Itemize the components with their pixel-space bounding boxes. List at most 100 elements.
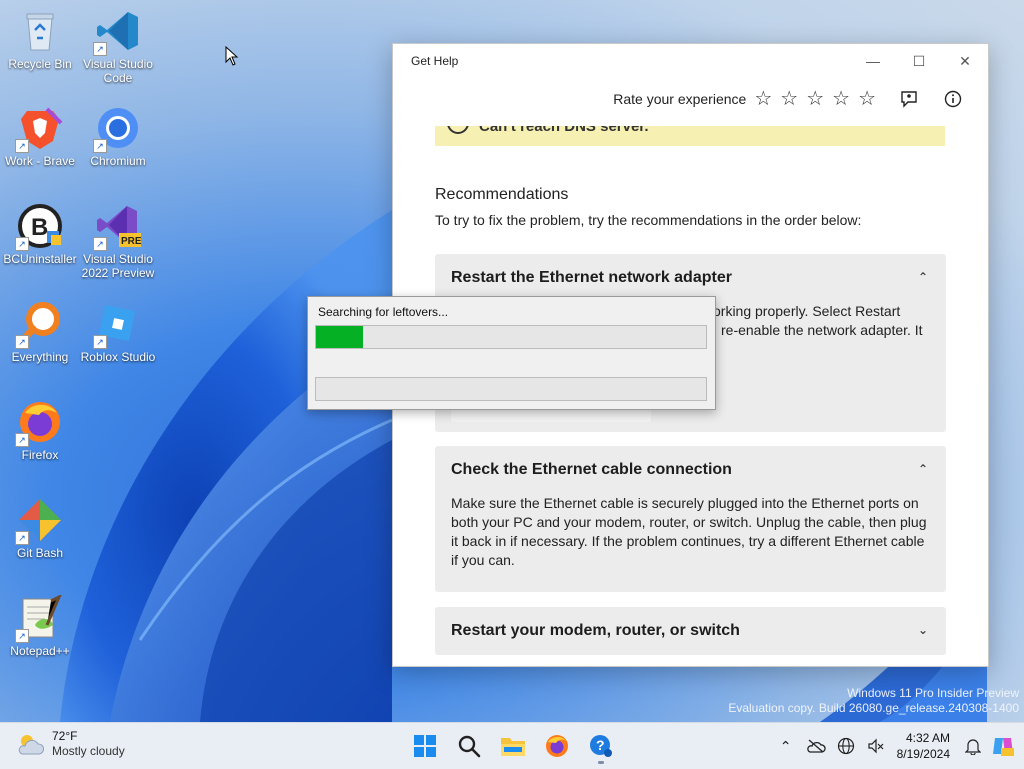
bcuninstaller-icon: B ↗ bbox=[15, 203, 63, 251]
star-1-icon[interactable]: ☆ bbox=[754, 89, 772, 109]
firefox-icon bbox=[546, 735, 568, 757]
file-explorer-icon bbox=[501, 738, 525, 756]
active-indicator bbox=[598, 761, 604, 764]
copilot-preview-icon[interactable] bbox=[988, 731, 1018, 761]
primary-progress-bar bbox=[315, 325, 707, 349]
taskbar-firefox[interactable] bbox=[539, 728, 575, 764]
weather-widget[interactable]: 72°F Mostly cloudy bbox=[16, 729, 125, 759]
chevron-up-icon[interactable]: ⌃ bbox=[918, 270, 928, 284]
desktop-icon-label: Work - Brave bbox=[5, 154, 75, 168]
watermark-line2: Evaluation copy. Build 26080.ge_release.… bbox=[728, 701, 1019, 715]
star-2-icon[interactable]: ☆ bbox=[780, 89, 798, 109]
svg-text:B: B bbox=[31, 214, 48, 241]
taskbar: 72°F Mostly cloudy ? ⌃ 4:32 AM 8/19/2024 bbox=[0, 722, 1024, 769]
desktop-icon-label: Recycle Bin bbox=[8, 57, 72, 71]
desktop-icon-everything[interactable]: ↗ Everything bbox=[0, 301, 80, 364]
desktop-icon-label: Visual Studio 2022 Preview bbox=[81, 252, 155, 280]
volume-muted-icon[interactable] bbox=[861, 731, 891, 761]
chromium-icon: ↗ bbox=[93, 105, 141, 153]
svg-text:?: ? bbox=[596, 737, 605, 753]
taskbar-clock[interactable]: 4:32 AM 8/19/2024 bbox=[897, 730, 950, 762]
taskbar-apps: ? bbox=[407, 728, 619, 764]
primary-progress-fill bbox=[316, 326, 363, 348]
card-title: Check the Ethernet cable connection bbox=[451, 461, 732, 478]
desktop-icon-chromium[interactable]: ↗ Chromium bbox=[78, 105, 158, 168]
desktop-icon-firefox[interactable]: ↗ Firefox bbox=[0, 399, 80, 462]
watermark-line1: Windows 11 Pro Insider Preview bbox=[847, 686, 1019, 700]
start-icon bbox=[414, 735, 436, 757]
visual-studio-preview-icon: PRE ↗ bbox=[93, 203, 142, 251]
progress-dialog: Searching for leftovers... bbox=[307, 296, 716, 410]
notification-bell-icon[interactable] bbox=[958, 731, 988, 761]
everything-search-icon: ↗ bbox=[15, 301, 63, 349]
window-controls: — ☐ ✕ bbox=[850, 44, 988, 78]
roblox-studio-icon: ↗ bbox=[93, 301, 141, 349]
desktop-icon-label: Visual Studio Code bbox=[83, 57, 153, 85]
taskbar-search-button[interactable] bbox=[451, 728, 487, 764]
search-icon bbox=[458, 735, 481, 758]
star-5-icon[interactable]: ☆ bbox=[858, 89, 876, 109]
card-check-cable: Check the Ethernet cable connection ⌃ Ma… bbox=[435, 446, 946, 592]
star-3-icon[interactable]: ☆ bbox=[806, 89, 824, 109]
brave-icon: ↗ bbox=[15, 105, 63, 153]
clock-time: 4:32 AM bbox=[905, 731, 950, 745]
desktop-icon-label: Roblox Studio bbox=[80, 350, 156, 364]
cloud-icon bbox=[18, 735, 44, 755]
start-button[interactable] bbox=[407, 728, 443, 764]
card-header[interactable]: Restart your modem, router, or switch ⌄ bbox=[435, 607, 946, 655]
desktop-icon-visual-studio-preview[interactable]: PRE ↗ Visual Studio 2022 Preview bbox=[78, 203, 158, 280]
pre-badge: PRE bbox=[121, 236, 141, 247]
notepad-plus-plus-icon: ↗ bbox=[15, 593, 63, 643]
close-button[interactable]: ✕ bbox=[942, 44, 988, 78]
weather-condition: Mostly cloudy bbox=[52, 744, 125, 758]
recycle-bin-icon bbox=[17, 8, 63, 54]
progress-status-text: Searching for leftovers... bbox=[318, 305, 449, 319]
rating-bar: Rate your experience ☆ ☆ ☆ ☆ ☆ bbox=[613, 88, 964, 110]
desktop-icon-vscode[interactable]: ↗ Visual Studio Code bbox=[78, 8, 158, 85]
recommendations-title: Recommendations bbox=[435, 186, 569, 203]
card-title: Restart the Ethernet network adapter bbox=[451, 269, 732, 286]
taskbar-get-help[interactable]: ? bbox=[583, 728, 619, 764]
taskbar-file-explorer[interactable] bbox=[495, 728, 531, 764]
desktop-icon-label: Git Bash bbox=[16, 546, 64, 560]
desktop-icon-recycle-bin[interactable]: Recycle Bin bbox=[0, 8, 80, 71]
firefox-icon: ↗ bbox=[15, 399, 63, 447]
card-title: Restart your modem, router, or switch bbox=[451, 622, 740, 639]
desktop-icon-roblox-studio[interactable]: ↗ Roblox Studio bbox=[78, 301, 158, 364]
desktop-icon-label: Everything bbox=[11, 350, 69, 364]
warning-icon bbox=[447, 126, 469, 134]
info-icon[interactable] bbox=[942, 88, 964, 110]
recommendations-subtitle: To try to fix the problem, try the recom… bbox=[435, 212, 862, 228]
desktop-icon-brave[interactable]: ↗ Work - Brave bbox=[0, 105, 80, 168]
card-restart-modem: Restart your modem, router, or switch ⌄ bbox=[435, 607, 946, 655]
desktop-icon-label: Chromium bbox=[90, 154, 146, 168]
minimize-button[interactable]: — bbox=[850, 44, 896, 78]
chevron-down-icon[interactable]: ⌄ bbox=[918, 623, 928, 637]
clock-date: 8/19/2024 bbox=[896, 747, 950, 761]
desktop-icon-git-bash[interactable]: ↗ Git Bash bbox=[0, 497, 80, 560]
card-header[interactable]: Check the Ethernet cable connection ⌃ bbox=[435, 446, 946, 494]
windows-watermark: Windows 11 Pro Insider Preview Evaluatio… bbox=[728, 686, 1019, 716]
desktop-icon-label: BCUninstaller bbox=[3, 252, 77, 266]
onedrive-icon[interactable] bbox=[801, 731, 831, 761]
card-body: Make sure the Ethernet cable is securely… bbox=[451, 495, 927, 568]
secondary-progress-bar bbox=[315, 377, 707, 401]
card-header[interactable]: Restart the Ethernet network adapter ⌃ bbox=[435, 254, 946, 302]
feedback-icon[interactable] bbox=[898, 88, 920, 110]
weather-temp: 72°F bbox=[52, 729, 78, 743]
star-4-icon[interactable]: ☆ bbox=[832, 89, 850, 109]
notice-text: Can't reach DNS server. bbox=[479, 126, 649, 135]
mouse-pointer-icon bbox=[225, 46, 239, 66]
desktop-icon-notepad-plus-plus[interactable]: ↗ Notepad++ bbox=[0, 593, 80, 658]
desktop-icon-label: Firefox bbox=[21, 448, 59, 462]
maximize-button[interactable]: ☐ bbox=[896, 44, 942, 78]
git-bash-icon: ↗ bbox=[15, 497, 63, 545]
desktop-icon-bcuninstaller[interactable]: B ↗ BCUninstaller bbox=[0, 203, 80, 266]
rate-label: Rate your experience bbox=[613, 91, 747, 107]
network-globe-icon[interactable] bbox=[831, 731, 861, 761]
show-hidden-icons-chevron-icon[interactable]: ⌃ bbox=[771, 731, 801, 761]
chevron-up-icon[interactable]: ⌃ bbox=[918, 462, 928, 476]
get-help-icon: ? bbox=[590, 735, 612, 757]
vscode-icon: ↗ bbox=[93, 8, 141, 56]
system-tray: ⌃ 4:32 AM 8/19/2024 bbox=[771, 723, 1024, 769]
